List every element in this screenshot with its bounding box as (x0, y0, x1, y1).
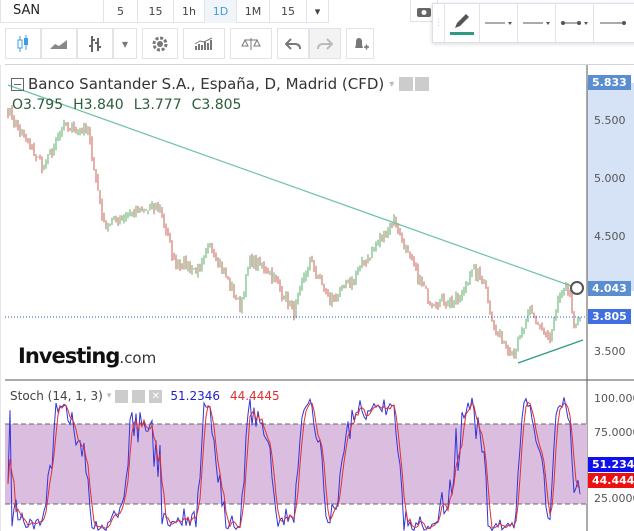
stoch-tick: 100.0000 (594, 392, 634, 405)
area-chart-icon[interactable] (41, 28, 77, 59)
visibility-icon[interactable] (399, 77, 414, 91)
alert-bell-icon[interactable] (346, 28, 374, 59)
last-price-label: 3.805 (588, 309, 631, 324)
interval-15-custom[interactable]: 15 (270, 0, 307, 23)
legend-gear-icon[interactable] (415, 77, 430, 91)
line-end-dropdown[interactable] (556, 4, 594, 42)
drawing-toolbar: ⋮ (432, 3, 634, 43)
legend-title: Banco Santander S.A., España, D, Madrid … (28, 75, 385, 93)
stoch-k-value: 51.2346 (170, 389, 220, 403)
open-value: O3.795 (12, 97, 64, 113)
undo-icon[interactable] (277, 28, 309, 59)
stoch-d-label: 44.4445 (588, 473, 634, 488)
low-value: L3.777 (133, 97, 182, 113)
stoch-tick: 75.0000 (594, 426, 634, 439)
stoch-visibility-icon[interactable] (115, 389, 129, 403)
interval-5[interactable]: 5 (104, 0, 138, 23)
trendline-handle[interactable] (570, 281, 584, 295)
high-value: H3.840 (73, 97, 124, 113)
legend-dropdown-icon[interactable]: ▾ (389, 79, 394, 90)
pencil-icon[interactable] (445, 4, 480, 42)
stoch-gear-icon[interactable] (132, 389, 146, 403)
investing-logo: Investing.com (18, 344, 157, 368)
price-tick: 5.000 (594, 172, 626, 185)
stoch-close-icon[interactable]: ✕ (149, 389, 163, 403)
chart-type-dropdown-icon[interactable]: ▾ (113, 28, 137, 59)
chart-legend: Banco Santander S.A., España, D, Madrid … (11, 75, 430, 93)
stoch-label: Stoch (14, 1, 3) (10, 389, 103, 403)
interval-toolbar: SAN 5 15 1h 1D 1M 15 ▾ (0, 0, 329, 23)
redo-icon[interactable] (309, 28, 341, 59)
price-tick: 4.500 (594, 230, 626, 243)
ohlc-values: O3.795 H3.840 L3.777 C3.805 (12, 97, 241, 113)
line-point-dropdown[interactable] (594, 4, 634, 42)
candles-icon[interactable] (5, 28, 41, 59)
interval-1h[interactable]: 1h (174, 0, 205, 23)
drag-handle-icon[interactable]: ⋮ (433, 4, 445, 42)
price-tick: 3.500 (594, 345, 626, 358)
stoch-k-label: 51.2346 (588, 457, 634, 472)
line-style-dropdown[interactable] (480, 4, 518, 42)
trendline-price-label: 4.043 (588, 281, 631, 296)
compare-scale-icon[interactable] (230, 28, 272, 59)
stoch-dropdown-icon[interactable]: ▾ (107, 391, 112, 401)
interval-1d[interactable]: 1D (205, 0, 237, 23)
chart-toolbar: ▾ (5, 28, 374, 59)
indicators-icon[interactable] (183, 28, 225, 59)
stoch-d-value: 44.4445 (230, 389, 280, 403)
high-price-label: 5.833 (588, 75, 631, 90)
trendline-upper[interactable] (7, 84, 578, 289)
candles (7, 105, 581, 359)
line-width-dropdown[interactable] (518, 4, 556, 42)
trendline-lower[interactable] (517, 339, 584, 364)
price-chart[interactable] (0, 65, 634, 531)
collapse-icon[interactable] (11, 77, 24, 91)
symbol-input[interactable]: SAN (0, 0, 104, 23)
stoch-legend: Stoch (14, 1, 3) ▾ ✕ 51.2346 44.4445 (10, 389, 280, 403)
bars-icon[interactable] (77, 28, 113, 59)
stoch-tick: 25.0000 (594, 492, 634, 505)
interval-15[interactable]: 15 (138, 0, 174, 23)
interval-dropdown[interactable]: ▾ (307, 0, 329, 23)
price-tick: 5.500 (594, 114, 626, 127)
interval-1m[interactable]: 1M (237, 0, 270, 23)
gear-icon[interactable] (142, 28, 178, 59)
close-value: C3.805 (191, 97, 242, 113)
